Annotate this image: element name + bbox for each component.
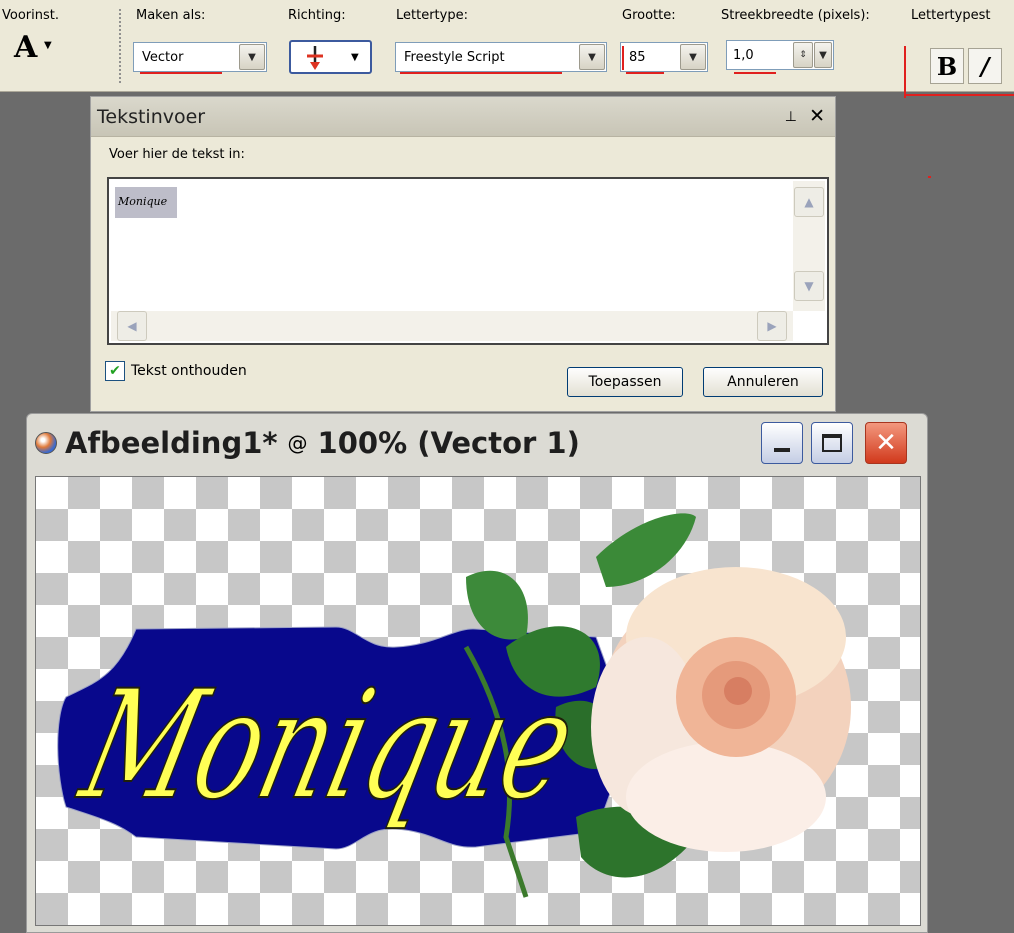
font-label: Lettertype: bbox=[396, 8, 468, 23]
pin-icon[interactable]: ⊥ bbox=[785, 109, 797, 125]
text-tool-icon[interactable]: A bbox=[14, 30, 37, 65]
spin-arrows-icon[interactable]: ⇕ bbox=[793, 42, 813, 68]
remember-text-label: Tekst onthouden bbox=[131, 363, 247, 379]
stroke-width-label: Streekbreedte (pixels): bbox=[721, 8, 870, 23]
cancel-button[interactable]: Annuleren bbox=[703, 367, 823, 397]
annotation-dot bbox=[928, 176, 931, 178]
bold-button[interactable]: B bbox=[930, 48, 964, 84]
maximize-button[interactable] bbox=[811, 422, 853, 464]
font-value: Freestyle Script bbox=[404, 49, 505, 65]
vertical-direction-icon bbox=[307, 46, 324, 70]
stroke-width-input[interactable]: 1,0 ⇕ ▼ bbox=[726, 40, 834, 70]
at-symbol: @ bbox=[287, 431, 308, 455]
rose-petals-lower bbox=[626, 742, 826, 852]
stroke-width-value: 1,0 bbox=[733, 47, 754, 63]
dialog-prompt: Voer hier de tekst in: bbox=[109, 147, 245, 162]
text-entry-field[interactable]: Monique ▲ ▼ ◀ ▶ bbox=[107, 177, 829, 345]
typed-text: Monique bbox=[115, 187, 178, 218]
remember-text-checkbox[interactable]: ✔ bbox=[105, 361, 125, 381]
annotation-mark bbox=[904, 46, 906, 98]
maximize-icon bbox=[822, 434, 842, 452]
horizontal-scrollbar[interactable]: ◀ ▶ bbox=[111, 311, 793, 341]
toolbar-grip bbox=[118, 8, 122, 84]
annotation-underline bbox=[626, 72, 664, 74]
canvas-script-text: Monique bbox=[65, 658, 591, 832]
scroll-left-icon[interactable]: ◀ bbox=[117, 311, 147, 341]
annotation-underline bbox=[904, 94, 1014, 96]
size-label: Grootte: bbox=[622, 8, 676, 23]
annotation-mark bbox=[622, 46, 624, 70]
scroll-down-icon[interactable]: ▼ bbox=[794, 271, 824, 301]
size-select[interactable]: 85 ▼ bbox=[620, 42, 708, 72]
image-canvas[interactable]: Monique bbox=[35, 476, 921, 926]
font-select[interactable]: Freestyle Script ▼ bbox=[395, 42, 607, 72]
preset-dropdown-icon[interactable]: ▼ bbox=[44, 40, 52, 51]
chevron-down-icon[interactable]: ▼ bbox=[579, 44, 605, 70]
direction-dropdown[interactable]: ▼ bbox=[289, 40, 372, 74]
image-name: Afbeelding1* bbox=[65, 426, 278, 460]
zoom-layer-info: 100% (Vector 1) bbox=[317, 426, 580, 460]
preset-label: Voorinst. bbox=[2, 8, 59, 23]
create-as-label: Maken als: bbox=[136, 8, 206, 23]
chevron-down-icon[interactable]: ▼ bbox=[814, 42, 832, 68]
vertical-scrollbar[interactable]: ▲ ▼ bbox=[793, 181, 825, 311]
minimize-icon bbox=[774, 448, 790, 452]
close-window-button[interactable]: ✕ bbox=[865, 422, 907, 464]
italic-button[interactable]: / bbox=[968, 48, 1002, 84]
font-style-label: Lettertypest bbox=[911, 8, 991, 23]
chevron-down-icon: ▼ bbox=[350, 51, 359, 63]
app-document-icon bbox=[35, 432, 57, 454]
chevron-down-icon[interactable]: ▼ bbox=[239, 44, 265, 70]
text-entry-dialog: Tekstinvoer ⊥ ✕ Voer hier de tekst in: M… bbox=[90, 96, 836, 412]
close-icon: ✕ bbox=[875, 428, 897, 458]
rose-center-core bbox=[724, 677, 752, 705]
direction-label: Richting: bbox=[288, 8, 346, 23]
text-tool-options-bar: Voorinst. A ▼ Maken als: Vector ▼ Richti… bbox=[0, 0, 1014, 98]
workspace-background bbox=[928, 413, 1014, 933]
canvas-artwork: Monique bbox=[57, 513, 851, 898]
close-icon[interactable]: ✕ bbox=[809, 105, 825, 127]
scroll-right-icon[interactable]: ▶ bbox=[757, 311, 787, 341]
dialog-title: Tekstinvoer bbox=[97, 105, 206, 128]
create-as-select[interactable]: Vector ▼ bbox=[133, 42, 267, 72]
annotation-underline bbox=[734, 72, 776, 74]
image-window: Afbeelding1* @ 100% (Vector 1) ✕ Monique bbox=[26, 413, 928, 933]
annotation-underline bbox=[140, 72, 222, 74]
apply-button[interactable]: Toepassen bbox=[567, 367, 683, 397]
minimize-button[interactable] bbox=[761, 422, 803, 464]
annotation-underline bbox=[400, 72, 562, 74]
dialog-titlebar[interactable]: Tekstinvoer bbox=[91, 97, 835, 137]
scroll-up-icon[interactable]: ▲ bbox=[794, 187, 824, 217]
size-value: 85 bbox=[629, 49, 646, 65]
leaf bbox=[596, 513, 696, 587]
chevron-down-icon[interactable]: ▼ bbox=[680, 44, 706, 70]
create-as-value: Vector bbox=[142, 49, 184, 65]
